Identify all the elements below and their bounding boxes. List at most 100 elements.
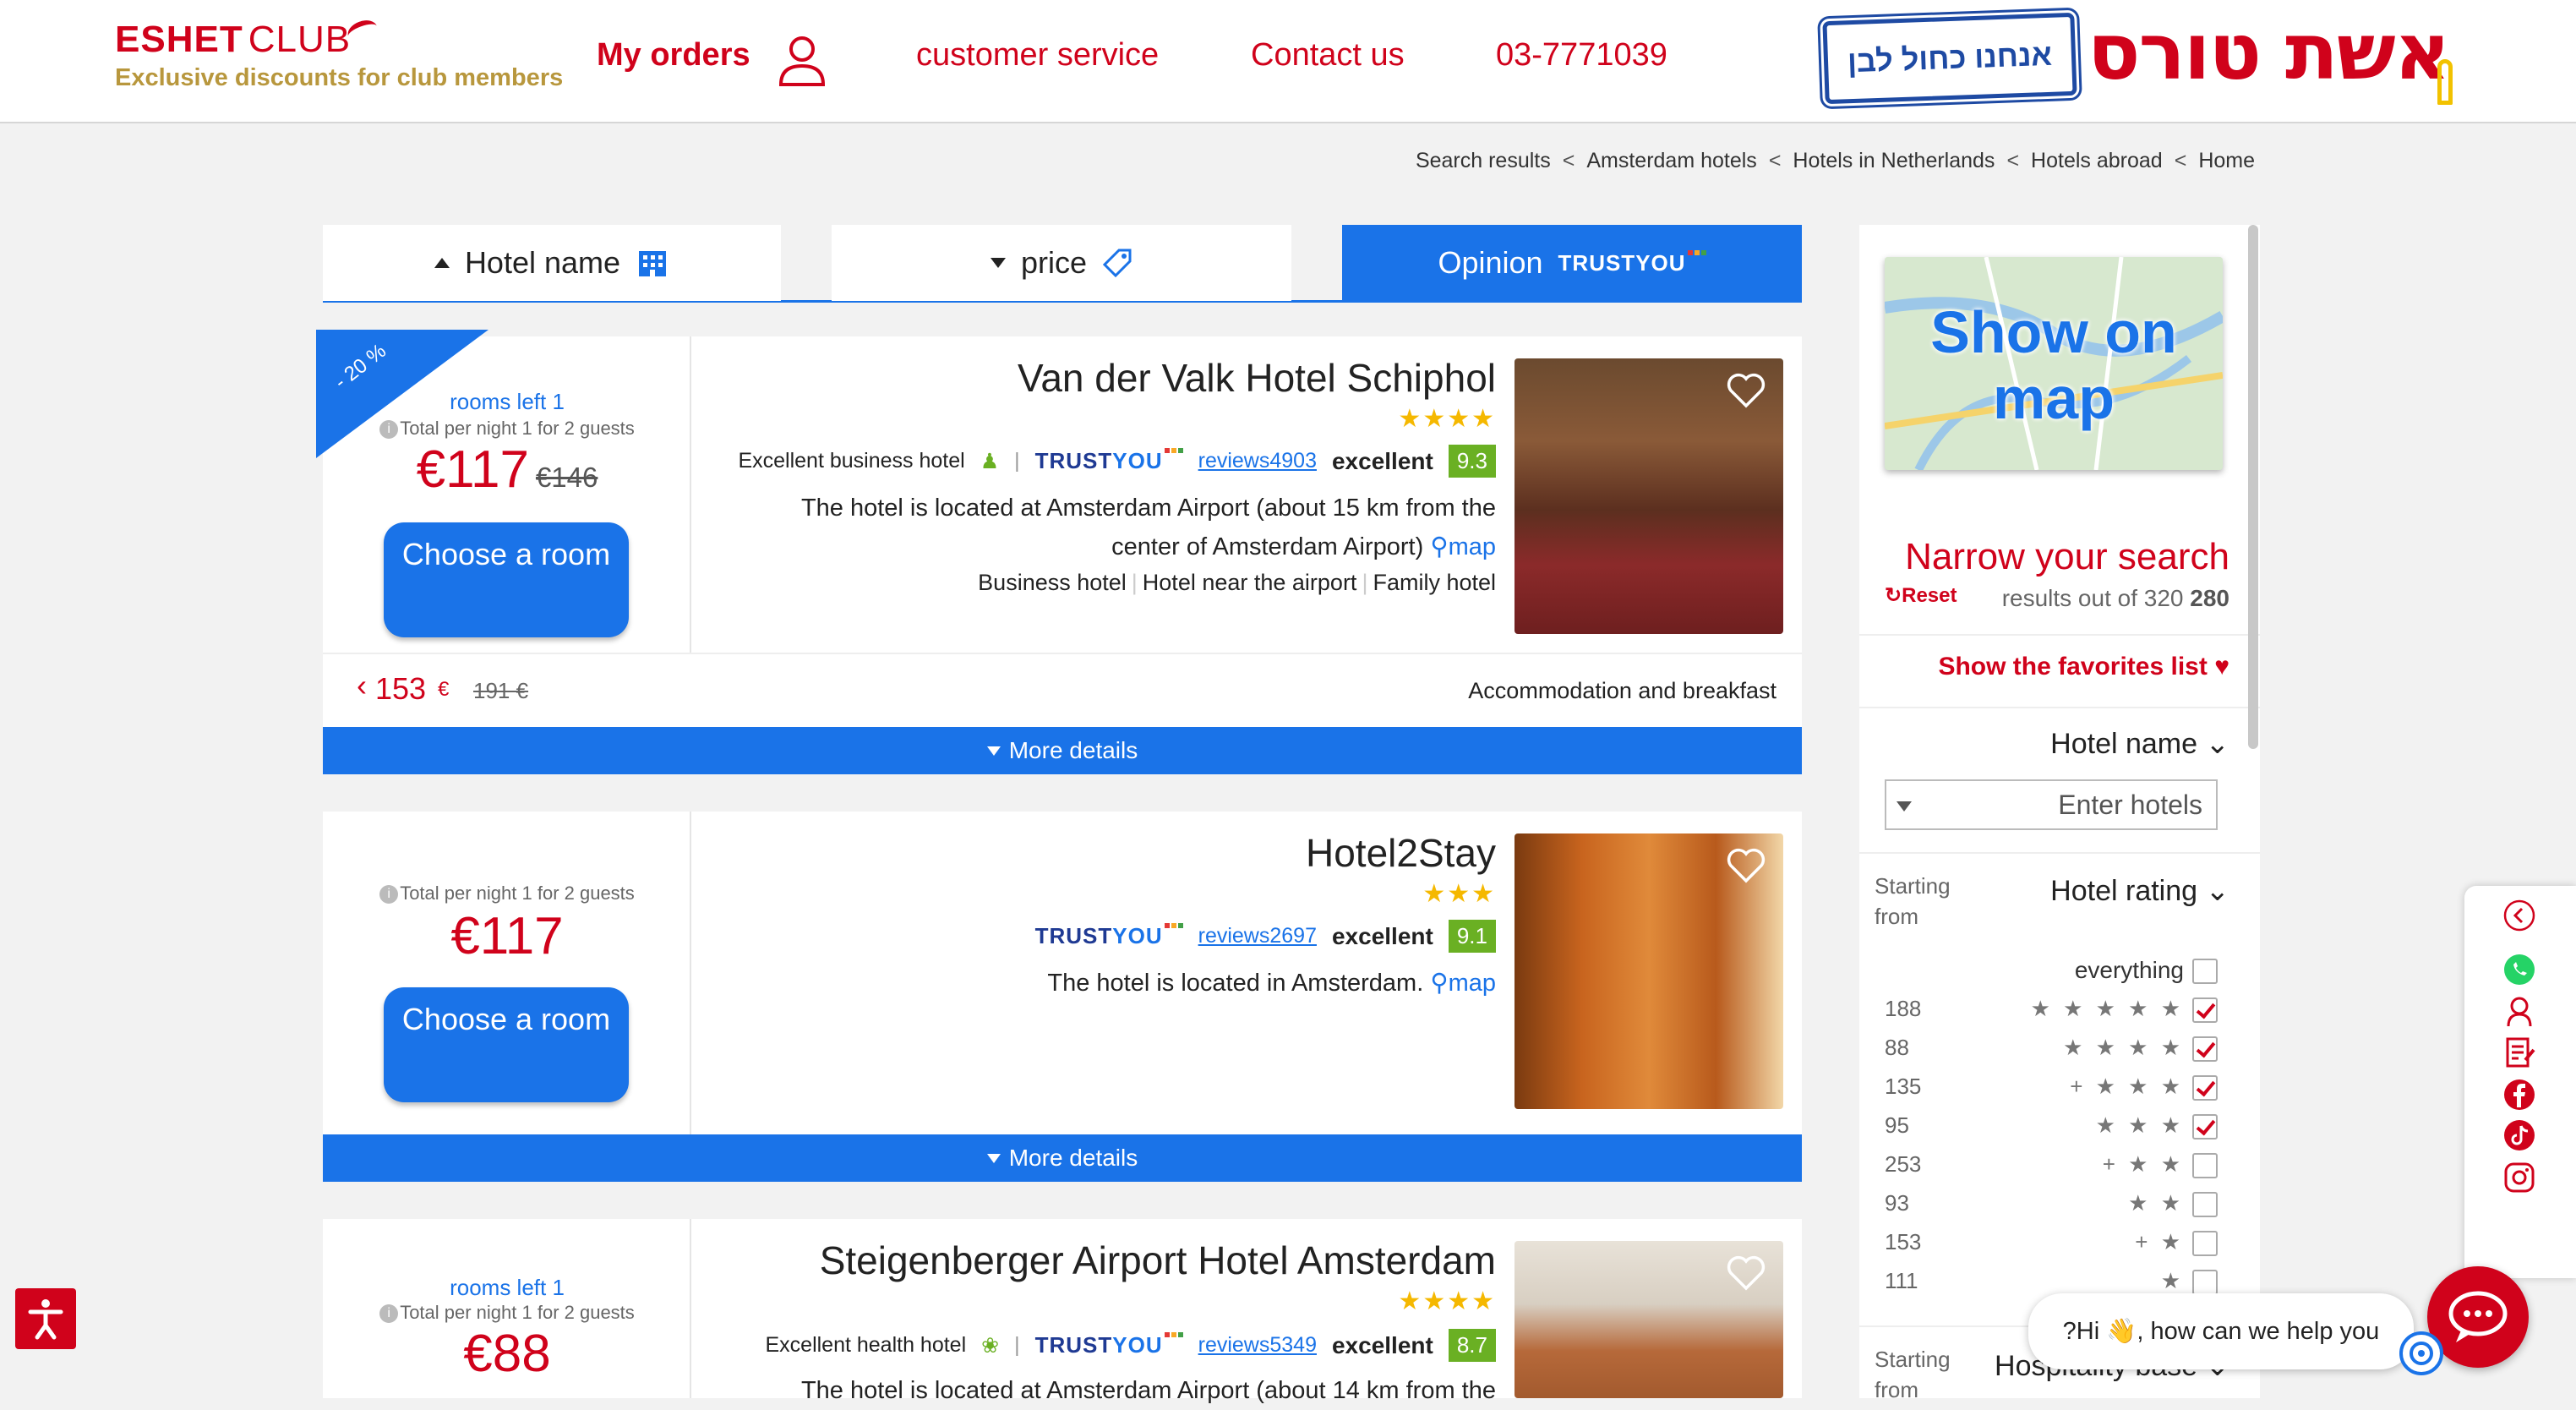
hotel-photo[interactable] [1514,833,1783,1109]
hotel-name-search-input[interactable]: Enter hotels [1885,779,2218,830]
reviews-link[interactable]: reviews2697 [1198,924,1317,948]
support-agent-icon[interactable] [2502,992,2537,1028]
results-prefix: results out of 320 [2001,585,2184,611]
info-icon[interactable]: i [379,420,399,440]
info-icon[interactable]: i [379,1304,399,1324]
phone-link[interactable]: 03-7771039 [1496,37,1667,74]
hotel-name-link[interactable]: Van der Valk Hotel Schiphol [1018,355,1496,401]
collapse-chevron-icon[interactable] [2502,898,2537,933]
eshet-tours-logo[interactable]: אשת טורס [2088,7,2451,97]
choose-room-button[interactable]: Choose a room [384,522,629,637]
checkbox-checked[interactable] [2192,997,2218,1023]
divider [1859,634,2260,636]
accessibility-widget-icon[interactable] [2399,1331,2444,1376]
rating-score: 9.1 [1448,920,1496,953]
choose-room-button[interactable]: Choose a room [384,987,629,1102]
reset-label: Reset [1902,584,1957,607]
favorite-heart-icon[interactable] [1726,1254,1766,1292]
instagram-icon[interactable] [2502,1160,2537,1195]
favorites-list-link[interactable]: Show the favorites list ♥ [1938,653,2229,681]
review-line: Excellent health hotel ❀ | TRUSTYOU revi… [765,1329,1496,1362]
form-icon[interactable] [2502,1035,2537,1070]
reset-icon: ↻ [1885,584,1902,607]
hotel-tags: Business hotel | Hotel near the airport | Fa… [978,570,1496,596]
checkbox[interactable] [2192,1192,2218,1217]
trustyou-dots-icon [1164,448,1183,453]
sort-hotel-name-tab[interactable]: Hotel name [323,225,781,301]
sort-price-tab[interactable]: price [832,225,1291,301]
rating-option[interactable]: 95 ★ ★ ★ [1859,1112,2260,1151]
reviews-link[interactable]: reviews4903 [1198,449,1317,473]
breadcrumb-netherlands-hotels[interactable]: Hotels in Netherlands [1793,149,1995,173]
accessibility-button[interactable] [15,1288,76,1349]
hotel-name-placeholder: Enter hotels [2058,790,2202,820]
map-link[interactable]: ⚲map [1430,533,1496,560]
customer-service-link[interactable]: customer service [916,37,1159,74]
more-details-button[interactable]: More details [323,727,1802,774]
trustyou-text-a: TRUST [1034,923,1113,948]
sidebar-scrollbar[interactable] [2248,225,2258,749]
map-link-label: map [1448,970,1496,997]
eshet-club-logo[interactable]: ESHET CLUB Exclusive discounts for club m… [115,16,563,92]
favorite-heart-icon[interactable] [1726,847,1766,884]
tiktok-icon[interactable] [2502,1118,2537,1153]
rating-option[interactable]: 135 + ★ ★ ★ [1859,1074,2260,1112]
checkbox-checked[interactable] [2192,1114,2218,1139]
discount-label: - 20 % [330,339,391,394]
chevron-down-icon: ⌄ [2205,728,2230,760]
map-link[interactable]: ⚲map [1430,970,1496,997]
hotel-card: - 20 % rooms left 1 i Total per night 1 f… [316,330,1802,774]
info-icon[interactable]: i [379,885,399,904]
checkbox-checked[interactable] [2192,1075,2218,1101]
rating-stars: ★ ★ ★ [2095,1112,2184,1138]
rating-option[interactable]: 153 + ★ [1859,1229,2260,1268]
breadcrumb-amsterdam-hotels[interactable]: Amsterdam hotels [1586,149,1756,173]
sort-bar: Hotel name price Opinion TRUSTYOU [323,225,1802,303]
checkbox[interactable] [2192,1270,2218,1295]
rating-stars: ★ [2160,1268,2184,1293]
breadcrumb-home[interactable]: Home [2198,149,2255,173]
more-details-button[interactable]: More details [323,1134,1802,1182]
hotel-name-link[interactable]: Steigenberger Airport Hotel Amsterdam [820,1238,1496,1283]
checkbox-checked[interactable] [2192,1036,2218,1062]
breadcrumb-hotels-abroad[interactable]: Hotels abroad [2031,149,2163,173]
breadcrumb-search-results[interactable]: Search results [1416,149,1551,173]
hotel-photo[interactable] [1514,1241,1783,1398]
whatsapp-icon[interactable] [2502,952,2537,987]
rating-option[interactable]: 93 ★ ★ [1859,1190,2260,1229]
hotel-name-filter-title[interactable]: Hotel name ⌄ [2050,727,2229,761]
rating-word: excellent [1331,447,1433,474]
hotel-name-link[interactable]: Hotel2Stay [1306,830,1496,876]
sort-asc-icon [434,258,450,268]
rating-option[interactable]: 253 + ★ ★ [1859,1151,2260,1190]
rating-stars: + ★ [2135,1229,2184,1254]
hotel-description: The hotel is located in Amsterdam. ⚲map [735,964,1496,1003]
trustyou-text-a: TRUST [1034,1332,1113,1358]
checkbox[interactable] [2192,1231,2218,1256]
my-orders-link[interactable]: My orders [597,37,750,74]
show-on-map-button[interactable]: Show on map [1885,257,2223,470]
rating-option[interactable]: 88 ★ ★ ★ ★ [1859,1035,2260,1074]
contact-us-link[interactable]: Contact us [1251,37,1405,74]
hotel-rating-filter-title[interactable]: Hotel rating ⌄ [2050,874,2229,908]
checkbox[interactable] [2192,959,2218,984]
sort-desc-icon [990,258,1006,268]
rating-count: 135 [1885,1074,1922,1099]
rating-count: 95 [1885,1112,1909,1138]
board-row[interactable]: ‹ 153 € 191 € Accommodation and breakfas… [323,653,1802,722]
logo-wordmark: ESHET CLUB [115,16,563,61]
chat-greeting-bubble[interactable]: ?Hi 👋, how can we help you [2028,1293,2414,1369]
user-icon[interactable] [776,32,828,88]
favorite-heart-icon[interactable] [1726,372,1766,409]
breadcrumb-separator: < [1768,149,1782,172]
facebook-icon[interactable] [2502,1077,2537,1112]
rating-option[interactable]: 188 ★ ★ ★ ★ ★ [1859,996,2260,1035]
reset-button[interactable]: ↻Reset [1885,583,1957,608]
reviews-link[interactable]: reviews5349 [1198,1333,1317,1358]
rating-option-all[interactable]: everything [1859,957,2260,996]
checkbox[interactable] [2192,1153,2218,1178]
sort-opinion-tab[interactable]: Opinion TRUSTYOU [1342,225,1802,301]
hotel-stars: ★★★ [1422,880,1496,908]
hotel-photo[interactable] [1514,358,1783,634]
rating-score: 8.7 [1448,1329,1496,1362]
